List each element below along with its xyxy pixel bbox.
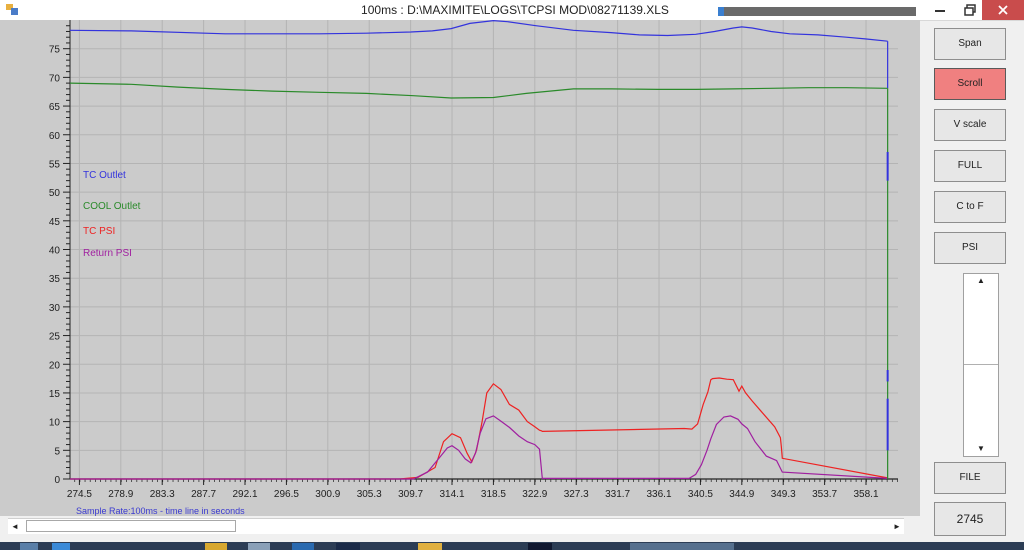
start-icon[interactable] — [20, 543, 38, 550]
c-to-f-button[interactable]: C to F — [934, 191, 1006, 223]
y-tick-label: 45 — [49, 217, 61, 228]
minimize-icon — [935, 10, 945, 12]
scroll-down-button[interactable]: ▼ — [964, 442, 998, 456]
y-tick-label: 15 — [49, 389, 61, 400]
counter-display: 2745 — [934, 502, 1006, 536]
y-tick-label: 65 — [49, 102, 61, 113]
vscale-button[interactable]: V scale — [934, 109, 1006, 141]
chart-area[interactable]: 0 5 10 15 20 25 30 35 40 45 50 55 60 65 70 75 274.5 278.9… — [0, 20, 920, 516]
x-tick-label: 283.3 — [150, 489, 175, 500]
x-tick-label: 344.9 — [729, 489, 754, 500]
x-tick-label: 340.5 — [688, 489, 713, 500]
app-icon[interactable] — [6, 4, 18, 15]
x-tick-label: 300.9 — [315, 489, 340, 500]
y-tick-label: 55 — [49, 159, 61, 170]
active-window-taskbar-item[interactable] — [630, 543, 734, 550]
app-taskbar-icon-4[interactable] — [418, 543, 442, 550]
app-taskbar-icon-2[interactable] — [292, 543, 314, 550]
legend-entry: Return PSI — [83, 248, 132, 259]
restore-icon — [964, 4, 976, 16]
x-tick-label: 296.5 — [274, 489, 299, 500]
x-tick-label: 314.1 — [439, 489, 464, 500]
progress-bar — [718, 7, 916, 16]
title-bar: 100ms : D:\MAXIMITE\LOGS\TCPSI MOD\08271… — [0, 0, 1024, 21]
x-tick-label: 278.9 — [108, 489, 133, 500]
app-taskbar-icon-5[interactable] — [528, 543, 552, 550]
close-button[interactable] — [982, 0, 1024, 20]
app-taskbar-icon[interactable] — [248, 543, 270, 550]
y-tick-label: 5 — [54, 446, 60, 457]
window-title: 100ms : D:\MAXIMITE\LOGS\TCPSI MOD\08271… — [361, 3, 669, 17]
y-tick-label: 20 — [49, 360, 61, 371]
legend-entry: TC PSI — [83, 226, 115, 237]
explorer-icon[interactable] — [205, 543, 227, 550]
span-button[interactable]: Span — [934, 28, 1006, 60]
y-tick-label: 50 — [49, 188, 61, 199]
horizontal-scroll-thumb[interactable] — [26, 520, 236, 532]
x-tick-label: 274.5 — [67, 489, 92, 500]
close-icon — [998, 5, 1008, 15]
y-tick-label: 30 — [49, 303, 61, 314]
scroll-left-button[interactable]: ◄ — [8, 519, 22, 534]
vertical-scrollbar[interactable]: ▲ ▼ — [963, 273, 999, 457]
legend-entry: TC Outlet — [83, 170, 126, 181]
scroll-right-button[interactable]: ► — [890, 519, 904, 534]
psi-button[interactable]: PSI — [934, 232, 1006, 264]
x-tick-label: 292.1 — [232, 489, 257, 500]
y-tick-label: 40 — [49, 246, 61, 257]
horizontal-scrollbar[interactable]: ◄ ► — [8, 518, 904, 534]
x-tick-label: 358.1 — [853, 489, 878, 500]
x-tick-label: 327.3 — [564, 489, 589, 500]
restore-button[interactable] — [955, 0, 985, 20]
y-tick-label: 70 — [49, 73, 61, 84]
progress-fill — [718, 7, 724, 16]
vertical-scroll-thumb[interactable] — [964, 364, 998, 369]
x-tick-label: 318.5 — [481, 489, 506, 500]
y-tick-label: 60 — [49, 131, 61, 142]
full-button[interactable]: FULL — [934, 150, 1006, 182]
sample-rate-note: Sample Rate:100ms - time line in seconds — [76, 506, 245, 516]
y-tick-label: 0 — [54, 475, 60, 486]
scroll-up-button[interactable]: ▲ — [964, 274, 998, 288]
x-tick-label: 353.7 — [812, 489, 837, 500]
minimize-button[interactable] — [925, 0, 955, 20]
x-tick-label: 322.9 — [522, 489, 547, 500]
legend-entry: COOL Outlet — [83, 201, 141, 212]
y-tick-label: 35 — [49, 274, 61, 285]
browser-icon[interactable] — [52, 543, 70, 550]
x-tick-label: 305.3 — [357, 489, 382, 500]
y-tick-label: 25 — [49, 332, 61, 343]
y-tick-label: 10 — [49, 418, 61, 429]
taskbar — [0, 542, 1024, 550]
scroll-button[interactable]: Scroll — [934, 68, 1006, 100]
x-tick-label: 336.1 — [646, 489, 671, 500]
line-chart[interactable]: 0 5 10 15 20 25 30 35 40 45 50 55 60 65 70 75 274.5 278.9… — [0, 20, 920, 516]
x-tick-label: 287.7 — [191, 489, 216, 500]
x-tick-label: 349.3 — [771, 489, 796, 500]
x-tick-label: 309.7 — [398, 489, 423, 500]
app-taskbar-icon-3[interactable] — [336, 543, 360, 550]
y-tick-label: 75 — [49, 45, 61, 56]
x-tick-label: 331.7 — [605, 489, 630, 500]
file-button[interactable]: FILE — [934, 462, 1006, 494]
